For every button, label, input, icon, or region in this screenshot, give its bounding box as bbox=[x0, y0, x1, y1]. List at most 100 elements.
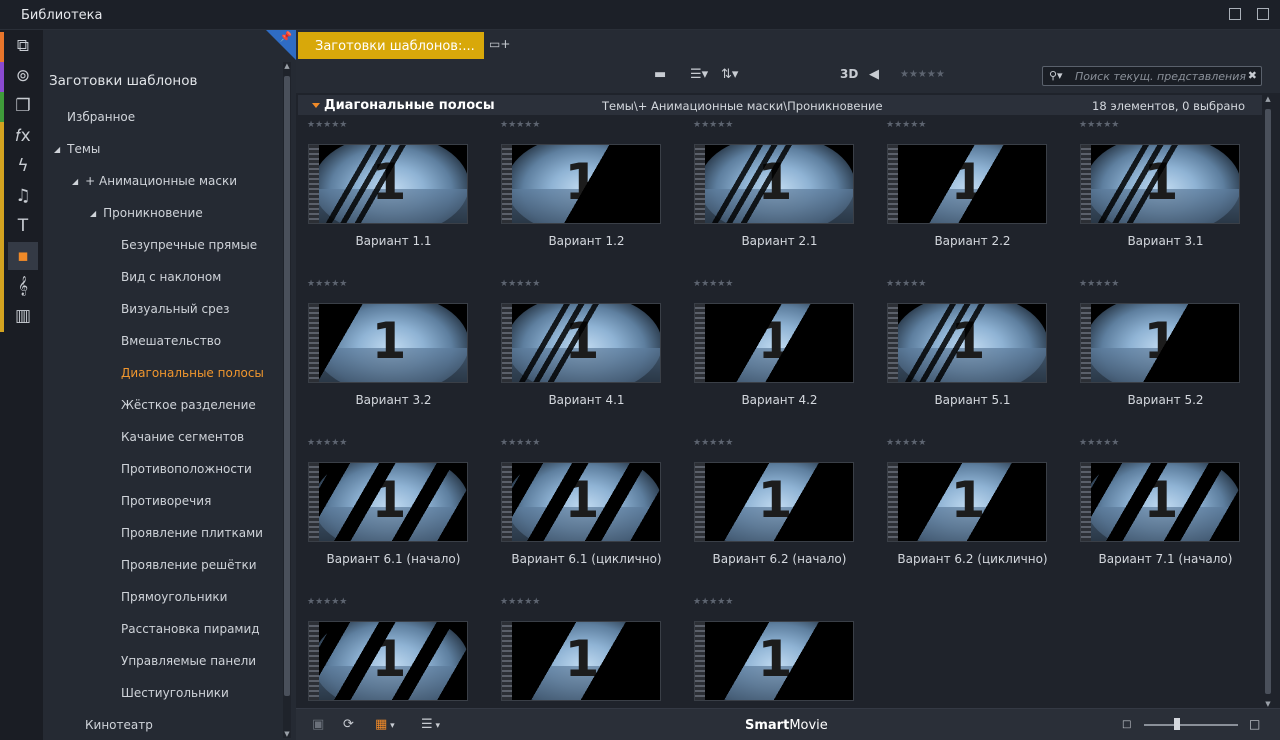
tree-item[interactable]: Расстановка пирамид bbox=[121, 622, 260, 636]
smartmovie-button[interactable]: SmartMovie bbox=[745, 718, 828, 733]
template-item[interactable]: ★★★★★ 1 Вариант 5.1 bbox=[875, 279, 1055, 438]
tree-item[interactable]: Проявление решётки bbox=[121, 558, 257, 572]
piano-icon[interactable]: ▥ bbox=[8, 302, 38, 330]
tree-scrollbar[interactable]: ▲ ▼ bbox=[283, 62, 291, 738]
grid-scrollbar[interactable]: ▲ ▼ bbox=[1264, 95, 1272, 708]
template-thumbnail[interactable]: 1 bbox=[887, 144, 1047, 224]
tree-item[interactable]: Вмешательство bbox=[121, 334, 221, 348]
template-thumbnail[interactable]: 1 bbox=[694, 303, 854, 383]
template-item[interactable]: ★★★★★ 1 bbox=[489, 597, 669, 708]
tree-item[interactable]: Шестиугольники bbox=[121, 686, 229, 700]
rating-stars[interactable]: ★★★★★ bbox=[886, 279, 926, 289]
zoom-slider[interactable] bbox=[1144, 724, 1238, 726]
template-thumbnail[interactable]: 1 bbox=[694, 621, 854, 701]
rating-stars[interactable]: ★★★★★ bbox=[693, 438, 733, 448]
tree-item[interactable]: Управляемые панели bbox=[121, 654, 256, 668]
scroll-down-icon[interactable]: ▼ bbox=[1264, 700, 1272, 708]
list-view-icon[interactable]: ☰▾ bbox=[690, 67, 708, 82]
rating-stars[interactable]: ★★★★★ bbox=[500, 597, 540, 607]
rating-stars[interactable]: ★★★★★ bbox=[500, 279, 540, 289]
rating-stars[interactable]: ★★★★★ bbox=[1079, 279, 1119, 289]
fx-icon[interactable]: 𝑓x bbox=[8, 122, 38, 150]
template-item[interactable]: ★★★★★ 1 Вариант 1.2 bbox=[489, 120, 669, 279]
template-thumbnail[interactable]: 1 bbox=[501, 621, 661, 701]
expand-triangle-icon[interactable]: ◢ bbox=[72, 177, 78, 186]
template-thumbnail[interactable]: 1 bbox=[308, 621, 468, 701]
template-item[interactable]: ★★★★★ 1 Вариант 7.1 (начало) bbox=[1068, 438, 1248, 597]
tree-item[interactable]: Вид с наклоном bbox=[121, 270, 221, 284]
scroll-up-icon[interactable]: ▲ bbox=[283, 62, 291, 70]
rating-stars[interactable]: ★★★★★ bbox=[307, 438, 347, 448]
template-item[interactable]: ★★★★★ 1 Вариант 3.2 bbox=[296, 279, 476, 438]
rating-stars[interactable]: ★★★★★ bbox=[693, 120, 733, 130]
template-item[interactable]: ★★★★★ 1 bbox=[296, 597, 476, 708]
template-item[interactable]: ★★★★★ 1 Вариант 6.1 (начало) bbox=[296, 438, 476, 597]
search-field[interactable]: ⚲▾ Поиск текущ. представления ✖ bbox=[1042, 66, 1262, 86]
template-item[interactable]: ★★★★★ 1 Вариант 4.2 bbox=[682, 279, 862, 438]
template-item[interactable]: ★★★★★ 1 Вариант 3.1 bbox=[1068, 120, 1248, 279]
pin-icon[interactable]: 📌 bbox=[280, 32, 292, 43]
detach-window-icon[interactable] bbox=[1229, 8, 1241, 20]
tree-item[interactable]: Противоречия bbox=[121, 494, 211, 508]
music-note-icon[interactable]: ♫ bbox=[8, 182, 38, 210]
tag-icon[interactable]: ◀ bbox=[869, 67, 879, 82]
template-thumbnail[interactable]: 1 bbox=[694, 462, 854, 542]
template-thumbnail[interactable]: 1 bbox=[501, 462, 661, 542]
clear-search-icon[interactable]: ✖ bbox=[1248, 69, 1257, 82]
template-item[interactable]: ★★★★★ 1 Вариант 6.2 (начало) bbox=[682, 438, 862, 597]
treble-clef-icon[interactable]: 𝄞 bbox=[8, 272, 38, 300]
stack-icon[interactable]: ⧉ bbox=[8, 32, 38, 60]
tree-item[interactable]: Визуальный срез bbox=[121, 302, 230, 316]
refresh-icon[interactable]: ⟳ bbox=[343, 717, 354, 732]
rating-stars[interactable]: ★★★★★ bbox=[307, 597, 347, 607]
template-thumbnail[interactable]: 1 bbox=[1080, 144, 1240, 224]
rating-stars[interactable]: ★★★★★ bbox=[693, 279, 733, 289]
template-item[interactable]: ★★★★★ 1 Вариант 2.1 bbox=[682, 120, 862, 279]
template-thumbnail[interactable]: 1 bbox=[501, 303, 661, 383]
pages-icon[interactable]: ❐ bbox=[8, 92, 38, 120]
template-item[interactable]: ★★★★★ 1 Вариант 2.2 bbox=[875, 120, 1055, 279]
tree-root[interactable]: Заготовки шаблонов bbox=[49, 73, 197, 89]
scroll-thumb[interactable] bbox=[1265, 109, 1271, 694]
rating-stars[interactable]: ★★★★★ bbox=[500, 438, 540, 448]
rating-stars[interactable]: ★★★★★ bbox=[307, 120, 347, 130]
template-thumbnail[interactable]: 1 bbox=[694, 144, 854, 224]
expand-triangle-icon[interactable]: ◢ bbox=[90, 209, 96, 218]
folder-icon[interactable]: ▬ bbox=[654, 67, 666, 82]
template-thumbnail[interactable]: 1 bbox=[887, 462, 1047, 542]
tree-item-cinema[interactable]: Кинотеатр bbox=[85, 718, 153, 732]
tree-item[interactable]: Проявление плитками bbox=[121, 526, 263, 540]
tree-item[interactable]: Противоположности bbox=[121, 462, 252, 476]
rating-stars[interactable]: ★★★★★ bbox=[1079, 120, 1119, 130]
zoom-large-icon[interactable]: □ bbox=[1249, 717, 1260, 731]
tree-item-favorites[interactable]: Избранное bbox=[67, 110, 135, 124]
shapes-icon[interactable]: ▪ bbox=[8, 242, 38, 270]
restore-window-icon[interactable] bbox=[1257, 8, 1269, 20]
scroll-down-icon[interactable]: ▼ bbox=[283, 730, 291, 738]
scroll-thumb[interactable] bbox=[284, 76, 290, 696]
zoom-small-icon[interactable]: □ bbox=[1122, 719, 1131, 730]
copy-icon[interactable]: ▣ bbox=[312, 717, 324, 732]
tree-item[interactable]: Диагональные полосы bbox=[121, 366, 264, 380]
tree-item[interactable]: Прямоугольники bbox=[121, 590, 227, 604]
scroll-up-icon[interactable]: ▲ bbox=[1264, 95, 1272, 103]
template-thumbnail[interactable]: 1 bbox=[1080, 303, 1240, 383]
template-thumbnail[interactable]: 1 bbox=[308, 462, 468, 542]
tree-item[interactable]: Жёсткое разделение bbox=[121, 398, 256, 412]
rating-stars[interactable]: ★★★★★ bbox=[500, 120, 540, 130]
template-thumbnail[interactable]: 1 bbox=[308, 144, 468, 224]
template-thumbnail[interactable]: 1 bbox=[887, 303, 1047, 383]
3d-filter-button[interactable]: 3D bbox=[840, 67, 858, 81]
rating-stars[interactable]: ★★★★★ bbox=[693, 597, 733, 607]
zoom-slider-knob[interactable] bbox=[1174, 718, 1180, 730]
template-thumbnail[interactable]: 1 bbox=[308, 303, 468, 383]
text-t-icon[interactable]: T bbox=[8, 212, 38, 240]
template-item[interactable]: ★★★★★ 1 Вариант 6.2 (циклично) bbox=[875, 438, 1055, 597]
template-item[interactable]: ★★★★★ 1 bbox=[682, 597, 862, 708]
search-icon[interactable]: ⚲▾ bbox=[1049, 69, 1063, 82]
rating-stars[interactable]: ★★★★★ bbox=[307, 279, 347, 289]
rating-filter[interactable]: ★★★★★ bbox=[900, 69, 945, 80]
add-tab-icon[interactable]: ▭+ bbox=[489, 37, 510, 51]
rating-stars[interactable]: ★★★★★ bbox=[886, 120, 926, 130]
grid-view-icon[interactable]: ▦ ▾ bbox=[375, 717, 395, 732]
